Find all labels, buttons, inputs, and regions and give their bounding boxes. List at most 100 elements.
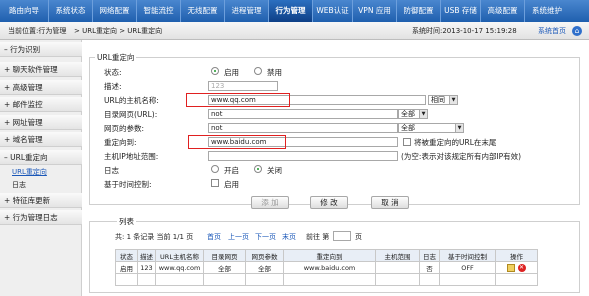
- form-legend: URL重定向: [95, 52, 137, 63]
- nav-item-usb[interactable]: USB 存储: [441, 0, 481, 22]
- col-param: 网页参数: [245, 249, 284, 262]
- host-match-select[interactable]: 相同 ▼: [428, 95, 458, 105]
- list-legend: 列表: [117, 216, 136, 227]
- sidebar-item-url-manage[interactable]: + 网址管理: [0, 115, 82, 130]
- nav-item-wizard[interactable]: 路由向导: [0, 0, 49, 22]
- description-input[interactable]: 123: [208, 81, 278, 91]
- redirect-table: 状态 描述 URL主机名称 目录网页 网页参数 重定向到 主机范围 日志 基于时…: [115, 249, 538, 286]
- sidebar-subitem-log[interactable]: 日志: [12, 180, 26, 190]
- nav-item-status[interactable]: 系统状态: [49, 0, 93, 22]
- state-disable-radio[interactable]: [254, 67, 262, 75]
- iprange-input[interactable]: [208, 151, 398, 161]
- redirect-tail-checkbox[interactable]: [403, 138, 411, 146]
- top-nav: 路由向导 系统状态 网络配置 智能流控 无线配置 进程管理 行为管理 WEB认证…: [0, 0, 589, 22]
- redirect-tail-label: 将被重定向的URL在末尾: [414, 138, 497, 147]
- schedule-label: 基于时间控制:: [104, 180, 152, 189]
- sidebar-item-behavior-id[interactable]: – 行为识别: [0, 42, 82, 57]
- row-param: 全部: [245, 261, 284, 274]
- row-log: 否: [419, 261, 440, 274]
- sidebar-item-signature-update[interactable]: + 特征库更新: [0, 193, 82, 208]
- nav-item-wireless[interactable]: 无线配置: [181, 0, 225, 22]
- host-label: URL的主机名称:: [104, 96, 159, 105]
- table-empty-row: [115, 273, 538, 286]
- schedule-checkbox[interactable]: [211, 179, 219, 187]
- breadcrumb: > URL重定向 > URL重定向: [74, 27, 163, 35]
- row-redirect: www.baidu.com: [283, 261, 376, 274]
- log-off-radio[interactable]: [254, 165, 262, 173]
- goto-page-input[interactable]: [333, 231, 351, 241]
- state-label: 状态:: [104, 68, 122, 77]
- log-label: 日志: [104, 166, 119, 175]
- iprange-note: (为空:表示对该规定所有内部IP有效): [401, 152, 522, 161]
- state-enable-radio[interactable]: [211, 67, 219, 75]
- chevron-down-icon: ▼: [455, 124, 463, 132]
- schedule-check-label: 启用: [224, 180, 239, 189]
- system-time: 系统时间:2013-10-17 15:19:28: [412, 27, 517, 35]
- home-icon[interactable]: ⌂: [572, 26, 582, 36]
- sidebar-item-domain[interactable]: + 域名管理: [0, 132, 82, 147]
- edit-icon[interactable]: [507, 263, 516, 272]
- sidebar: – 行为识别 + 聊天软件管理 + 高级管理 + 邮件监控 + 网址管理 + 域…: [0, 40, 82, 296]
- prev-page-link[interactable]: 上一页: [228, 232, 249, 242]
- location-label: 当前位置:行为管理: [8, 27, 67, 35]
- description-label: 描述:: [104, 82, 122, 91]
- log-on-radio[interactable]: [211, 165, 219, 173]
- param-label: 网页的参数:: [104, 124, 145, 133]
- nav-item-advanced[interactable]: 高级配置: [481, 0, 525, 22]
- state-enable-label: 启用: [224, 68, 239, 77]
- row-range: [375, 261, 420, 274]
- col-redirect: 重定向到: [283, 249, 376, 262]
- param-input[interactable]: not: [208, 123, 398, 133]
- row-host: www.qq.com: [155, 261, 204, 274]
- delete-icon[interactable]: ✕: [517, 263, 526, 272]
- row-dir: 全部: [203, 261, 246, 274]
- sidebar-subitem-url-redirect[interactable]: URL重定向: [12, 167, 47, 177]
- last-page-link[interactable]: 末页: [282, 232, 296, 242]
- home-link[interactable]: 系统首页: [538, 26, 566, 36]
- col-log: 日志: [419, 249, 440, 262]
- nav-item-maintenance[interactable]: 系统维护: [525, 0, 569, 22]
- table-header: 状态 描述 URL主机名称 目录网页 网页参数 重定向到 主机范围 日志 基于时…: [115, 249, 538, 262]
- next-page-link[interactable]: 下一页: [255, 232, 276, 242]
- header-bar: 当前位置:行为管理 > URL重定向 > URL重定向 系统时间:2013-10…: [0, 22, 589, 40]
- first-page-link[interactable]: 首页: [207, 232, 221, 242]
- edit-button[interactable]: 修 改: [310, 196, 348, 209]
- nav-item-defense[interactable]: 防御配置: [397, 0, 441, 22]
- chevron-down-icon: ▼: [419, 110, 427, 118]
- chevron-down-icon: ▼: [449, 96, 457, 104]
- col-range: 主机范围: [375, 249, 420, 262]
- nav-item-network[interactable]: 网络配置: [93, 0, 137, 22]
- table-row: 启用 123 www.qq.com 全部 全部 www.baidu.com 否 …: [115, 261, 538, 274]
- param-match-select[interactable]: 全部 ▼: [398, 123, 464, 133]
- sidebar-item-behavior-log[interactable]: + 行为管理日志: [0, 210, 82, 225]
- host-highlight: [186, 93, 290, 107]
- nav-item-behavior[interactable]: 行为管理: [269, 0, 313, 22]
- sidebar-item-advanced[interactable]: + 高级管理: [0, 80, 82, 95]
- nav-item-web-auth[interactable]: WEB认证: [313, 0, 353, 22]
- path-match-select[interactable]: 全部 ▼: [398, 109, 428, 119]
- iprange-label: 主机IP地址范围:: [104, 152, 159, 161]
- col-dir: 目录网页: [203, 249, 246, 262]
- add-button[interactable]: 添 加: [251, 196, 289, 209]
- state-disable-label: 禁用: [267, 68, 282, 77]
- redirect-label: 重定向到:: [104, 138, 137, 147]
- log-on-label: 开启: [224, 166, 239, 175]
- path-input[interactable]: not: [208, 109, 398, 119]
- log-off-label: 关闭: [267, 166, 282, 175]
- col-actions: 操作: [495, 249, 538, 262]
- path-label: 目录网页(URL):: [104, 110, 158, 119]
- redirect-highlight: [188, 135, 286, 149]
- sidebar-item-url-redirect[interactable]: – URL重定向: [0, 150, 82, 165]
- row-desc: 123: [137, 261, 156, 274]
- nav-item-flow-control[interactable]: 智能流控: [137, 0, 181, 22]
- col-host: URL主机名称: [155, 249, 204, 262]
- nav-item-vpn[interactable]: VPN 应用: [353, 0, 397, 22]
- row-status: 启用: [115, 261, 138, 274]
- page-unit-label: 页: [355, 233, 362, 241]
- nav-item-process[interactable]: 进程管理: [225, 0, 269, 22]
- sidebar-item-mail[interactable]: + 邮件监控: [0, 97, 82, 112]
- sidebar-item-chat[interactable]: + 聊天软件管理: [0, 62, 82, 77]
- row-schedule: OFF: [439, 261, 496, 274]
- cancel-button[interactable]: 取 消: [371, 196, 409, 209]
- goto-label: 前往 第: [306, 233, 330, 241]
